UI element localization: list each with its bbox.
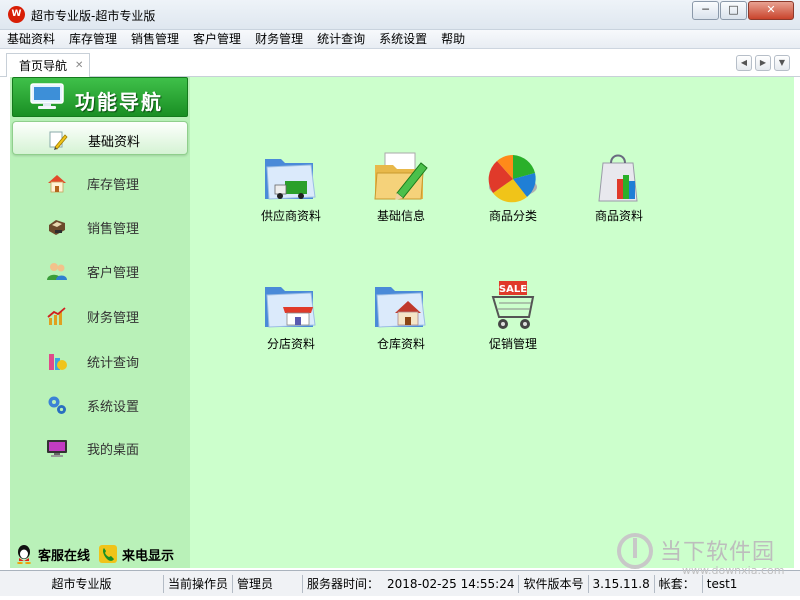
status-version-label: 软件版本号 xyxy=(519,574,589,593)
tab-list-icon[interactable]: ▼ xyxy=(774,55,790,71)
menu-inventory[interactable]: 库存管理 xyxy=(62,30,124,48)
sidebar-footer: 客服在线 来电显示 xyxy=(10,541,190,567)
qq-penguin-icon xyxy=(17,545,31,564)
module-supplier-data[interactable]: 供应商资料 xyxy=(246,149,336,224)
sidebar-item-label: 库存管理 xyxy=(87,178,140,193)
tab-strip: 首页导航 ✕ ◀ ▶ ▼ xyxy=(0,50,800,77)
desktop-monitor-icon xyxy=(47,440,67,457)
tab-home-nav[interactable]: 首页导航 ✕ xyxy=(6,53,91,77)
window-title: 超市专业版-超市专业版 xyxy=(31,9,156,23)
status-operator-label: 当前操作员 xyxy=(164,574,234,593)
sidebar-item-label: 基础资料 xyxy=(88,135,141,150)
sidebar: 功能导航 基础资料 库存管理 销售管理 客户管理 财务管理 统计查询 系统设置 … xyxy=(10,77,190,568)
watermark-logo-icon xyxy=(617,533,653,569)
module-branch-data[interactable]: 分店资料 xyxy=(246,277,336,352)
menu-settings[interactable]: 系统设置 xyxy=(372,30,434,48)
menu-statistics[interactable]: 统计查询 xyxy=(310,30,372,48)
module-product-data[interactable]: 商品资料 xyxy=(574,149,664,224)
tab-nav-arrows: ◀ ▶ ▼ xyxy=(736,55,790,71)
tab-prev-icon[interactable]: ◀ xyxy=(736,55,752,71)
sidebar-item-finance[interactable]: 财务管理 xyxy=(12,298,188,332)
tab-label: 首页导航 xyxy=(19,59,68,73)
menu-bar: 基础资料 库存管理 销售管理 客户管理 财务管理 统计查询 系统设置 帮助 xyxy=(0,30,800,49)
sidebar-item-label: 系统设置 xyxy=(87,400,140,415)
status-server-time: 2018-02-25 14:55:24 xyxy=(383,574,520,593)
module-warehouse-data[interactable]: 仓库资料 xyxy=(356,277,446,352)
watermark: 当下软件园 www.downxia.com xyxy=(616,532,786,592)
module-label: 仓库资料 xyxy=(376,337,425,351)
title-bar: W 超市专业版-超市专业版 ─ □ ✕ xyxy=(0,0,800,30)
menu-sales[interactable]: 销售管理 xyxy=(124,30,186,48)
sidebar-item-desktop[interactable]: 我的桌面 xyxy=(12,430,188,464)
pencil-icon xyxy=(49,131,68,150)
sidebar-item-label: 客户管理 xyxy=(87,266,140,281)
folder-house-icon xyxy=(375,287,426,328)
module-product-category[interactable]: 商品分类 xyxy=(468,149,558,224)
module-basic-info[interactable]: 基础信息 xyxy=(356,149,446,224)
finance-chart-icon xyxy=(47,307,66,325)
module-label: 供应商资料 xyxy=(260,209,321,223)
status-app-name: 超市专业版 xyxy=(0,574,164,593)
folder-truck-icon xyxy=(265,159,316,200)
menu-basic-data[interactable]: 基础资料 xyxy=(0,30,62,48)
minimize-button[interactable]: ─ xyxy=(692,1,719,20)
sidebar-item-label: 统计查询 xyxy=(87,356,140,371)
caller-id-link[interactable]: 来电显示 xyxy=(122,545,174,564)
menu-customers[interactable]: 客户管理 xyxy=(186,30,248,48)
sidebar-item-basic-data[interactable]: 基础资料 xyxy=(12,121,188,155)
close-button[interactable]: ✕ xyxy=(748,1,794,20)
phone-icon xyxy=(99,545,118,563)
monitor-icon xyxy=(30,83,64,109)
module-label: 商品分类 xyxy=(488,209,537,223)
status-operator: 管理员 xyxy=(233,574,304,593)
watermark-text: 当下软件园 xyxy=(660,540,776,565)
register-icon xyxy=(49,220,65,235)
module-label: 基础信息 xyxy=(376,209,425,223)
sidebar-item-label: 我的桌面 xyxy=(87,443,140,458)
sidebar-header: 功能导航 xyxy=(12,77,188,117)
maximize-button[interactable]: □ xyxy=(720,1,747,20)
sale-cart-icon: SALE xyxy=(491,281,535,329)
sidebar-item-label: 财务管理 xyxy=(87,311,140,326)
module-label: 分店资料 xyxy=(266,337,315,351)
sidebar-item-settings[interactable]: 系统设置 xyxy=(12,387,188,421)
watermark-url: www.downxia.com xyxy=(682,564,785,577)
module-promotion[interactable]: SALE 促销管理 xyxy=(468,277,558,352)
sidebar-item-statistics[interactable]: 统计查询 xyxy=(12,343,188,377)
svg-text:SALE: SALE xyxy=(499,284,527,295)
stats-icon xyxy=(49,354,67,370)
menu-help[interactable]: 帮助 xyxy=(434,30,472,48)
status-server-time-label: 服务器时间： xyxy=(307,576,380,591)
main-panel: 供应商资料 基础信息 商品分类 商品资料 分店资料 仓库资料 SALE 促销管理 xyxy=(190,77,794,568)
tab-next-icon[interactable]: ▶ xyxy=(755,55,771,71)
customer-service-link[interactable]: 客服在线 xyxy=(38,545,90,564)
house-icon xyxy=(48,175,66,193)
module-label: 促销管理 xyxy=(488,337,537,351)
tab-close-icon[interactable]: ✕ xyxy=(75,60,83,71)
sidebar-item-inventory[interactable]: 库存管理 xyxy=(12,165,188,199)
pie-chart-icon xyxy=(488,154,537,203)
menu-finance[interactable]: 财务管理 xyxy=(248,30,310,48)
sidebar-item-sales[interactable]: 销售管理 xyxy=(12,209,188,243)
sidebar-item-customers[interactable]: 客户管理 xyxy=(12,253,188,287)
window-controls: ─ □ ✕ xyxy=(691,1,794,20)
folder-pencil-icon xyxy=(374,152,428,200)
users-icon xyxy=(47,263,67,280)
module-label: 商品资料 xyxy=(594,209,643,223)
sidebar-title: 功能导航 xyxy=(75,90,163,114)
shopping-bag-icon xyxy=(598,154,638,202)
gears-icon xyxy=(48,396,66,414)
sidebar-item-label: 销售管理 xyxy=(87,222,140,237)
folder-store-icon xyxy=(265,287,316,328)
app-icon: W xyxy=(8,6,25,23)
